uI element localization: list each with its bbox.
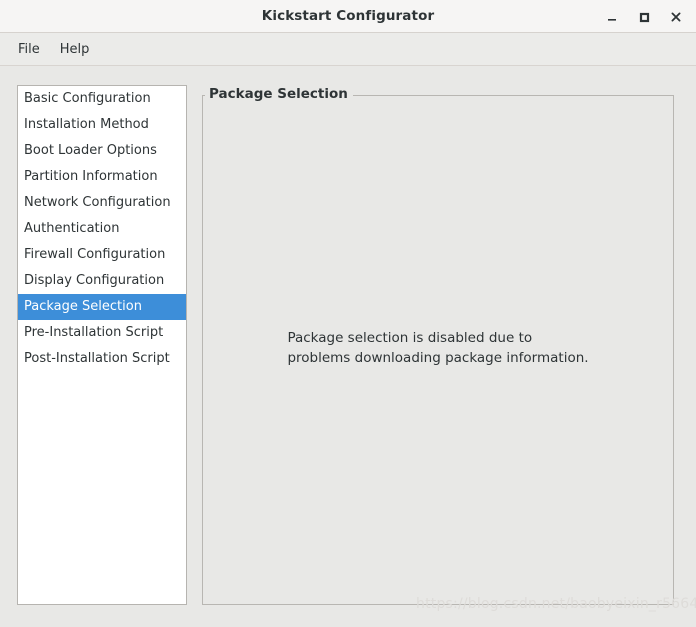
disabled-message-line-1: Package selection is disabled due to [287, 330, 533, 346]
sidebar-item-pre-installation-script[interactable]: Pre-Installation Script [18, 320, 186, 346]
sidebar-item-firewall-configuration[interactable]: Firewall Configuration [18, 242, 186, 268]
close-button[interactable] [662, 3, 690, 31]
close-icon [669, 10, 683, 24]
sidebar-item-basic-configuration[interactable]: Basic Configuration [18, 86, 186, 112]
sidebar-nav-list[interactable]: Basic Configuration Installation Method … [17, 85, 187, 605]
disabled-message-line-2: problems downloading package information… [287, 350, 589, 366]
maximize-button[interactable] [630, 3, 658, 31]
package-selection-frame: Package selection is disabled due to pro… [202, 95, 674, 605]
frame-legend-label: Package Selection [205, 86, 353, 103]
watermark-text: https://blog.csdn.net/baobyeixin_r566447… [416, 596, 696, 612]
window-controls [598, 0, 690, 33]
disabled-message: Package selection is disabled due to pro… [203, 96, 673, 604]
title-bar: Kickstart Configurator [0, 0, 696, 33]
sidebar-item-authentication[interactable]: Authentication [18, 216, 186, 242]
sidebar-item-display-configuration[interactable]: Display Configuration [18, 268, 186, 294]
sidebar-item-boot-loader-options[interactable]: Boot Loader Options [18, 138, 186, 164]
menu-help[interactable]: Help [50, 39, 100, 60]
sidebar-item-post-installation-script[interactable]: Post-Installation Script [18, 346, 186, 372]
sidebar-item-partition-information[interactable]: Partition Information [18, 164, 186, 190]
menu-file[interactable]: File [8, 39, 50, 60]
maximize-icon [637, 10, 651, 24]
window-title: Kickstart Configurator [261, 8, 435, 24]
minimize-button[interactable] [598, 3, 626, 31]
menu-bar: File Help [0, 33, 696, 66]
sidebar-item-installation-method[interactable]: Installation Method [18, 112, 186, 138]
sidebar-item-network-configuration[interactable]: Network Configuration [18, 190, 186, 216]
sidebar-item-package-selection[interactable]: Package Selection [18, 294, 186, 320]
minimize-icon [605, 10, 619, 24]
